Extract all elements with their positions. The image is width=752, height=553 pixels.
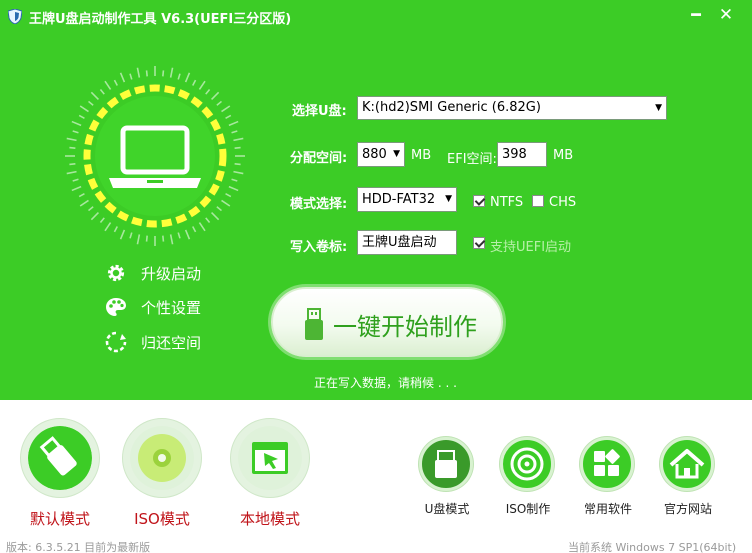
restore-space-item[interactable]: 归还空间 (105, 330, 201, 354)
volume-label-label: 写入卷标: (290, 240, 348, 255)
start-make-button[interactable]: 一键开始制作 (271, 287, 503, 357)
bottom-panel (0, 400, 752, 553)
iso-mode-button[interactable]: ISO模式 (122, 418, 206, 528)
shield-icon (8, 9, 22, 24)
title-bar: 王牌U盘启动制作工具 V6.3(UEFI三分区版) ━ ✕ (0, 0, 752, 32)
efi-space-label: EFI空间: (447, 152, 497, 167)
uefi-checkbox[interactable] (473, 237, 485, 249)
default-mode-label: 默认模式 (29, 510, 90, 528)
nav-iso-make[interactable]: ISO制作 (498, 437, 558, 517)
chevron-down-icon: ▼ (393, 149, 400, 159)
usb-icon (305, 308, 323, 340)
minimize-button[interactable]: ━ (684, 4, 708, 26)
nav-common-software[interactable]: 常用软件 (578, 437, 638, 517)
alloc-unit: MB (411, 148, 432, 163)
ntfs-label: NTFS (490, 195, 524, 210)
alloc-space-value: 880 (362, 147, 387, 162)
nav-iso-make-label: ISO制作 (505, 502, 551, 516)
status-text: 正在写入数据，请稍候 . . . (314, 376, 457, 390)
restore-space-label: 归还空间 (141, 333, 202, 352)
alloc-space-select[interactable]: 880 ▼ (357, 142, 405, 167)
disc-icon (130, 426, 194, 490)
app-window: 王牌U盘启动制作工具 V6.3(UEFI三分区版) ━ ✕ 升级启动 个性设置 … (0, 0, 752, 553)
usb-select[interactable]: K:(hd2)SMI Generic (6.82G) ▼ (357, 96, 667, 120)
local-mode-button[interactable]: 本地模式 (230, 418, 314, 528)
chevron-down-icon: ▼ (445, 194, 452, 204)
disc-icon (510, 447, 544, 481)
start-make-label: 一键开始制作 (333, 313, 477, 341)
efi-unit: MB (553, 148, 574, 163)
home-icon (669, 449, 705, 479)
nav-udisk-mode[interactable]: U盘模式 (417, 437, 477, 517)
nav-official-website[interactable]: 官方网站 (658, 437, 718, 517)
local-mode-label: 本地模式 (239, 510, 300, 528)
ntfs-checkbox[interactable] (473, 195, 485, 207)
nav-common-software-label: 常用软件 (583, 502, 632, 516)
chevron-down-icon: ▼ (655, 103, 662, 113)
upgrade-boot-item[interactable]: 升级启动 (105, 261, 201, 285)
personal-settings-item[interactable]: 个性设置 (105, 295, 201, 319)
version-text: 版本: 6.3.5.21 目前为最新版 (6, 541, 151, 553)
chs-checkbox[interactable] (532, 195, 544, 207)
upgrade-boot-label: 升级启动 (141, 264, 202, 283)
iso-mode-label: ISO模式 (134, 510, 190, 528)
apps-grid-icon (594, 449, 620, 476)
close-button[interactable]: ✕ (714, 4, 738, 26)
uefi-label: 支持UEFI启动 (490, 240, 572, 255)
chs-label: CHS (549, 195, 577, 210)
usb-drive-icon (28, 426, 92, 490)
nav-udisk-label: U盘模式 (424, 502, 470, 516)
alloc-space-label: 分配空间: (290, 151, 348, 166)
mode-select-label: 模式选择: (290, 197, 348, 212)
main-panel: 王牌U盘启动制作工具 V6.3(UEFI三分区版) ━ ✕ 升级启动 个性设置 … (0, 0, 752, 400)
palette-icon (106, 298, 126, 316)
personal-settings-label: 个性设置 (141, 298, 202, 317)
window-cursor-icon (238, 426, 302, 490)
mode-select-value: HDD-FAT32 (362, 192, 436, 207)
efi-space-input[interactable]: 398 (497, 142, 547, 167)
window-title: 王牌U盘启动制作工具 V6.3(UEFI三分区版) (29, 12, 292, 27)
nav-official-website-label: 官方网站 (663, 502, 712, 516)
system-info-text: 当前系统 Windows 7 SP1(64bit) (568, 541, 737, 553)
gear-icon (107, 264, 125, 282)
default-mode-button[interactable]: 默认模式 (20, 418, 104, 528)
volume-label-input[interactable]: 王牌U盘启动 (357, 230, 457, 255)
refresh-icon (105, 331, 127, 353)
udisk-icon (435, 450, 457, 478)
mode-select[interactable]: HDD-FAT32 ▼ (357, 187, 457, 212)
usb-select-value: K:(hd2)SMI Generic (6.82G) (362, 100, 541, 115)
usb-select-label: 选择U盘: (292, 104, 347, 119)
laptop-icon (65, 66, 245, 246)
